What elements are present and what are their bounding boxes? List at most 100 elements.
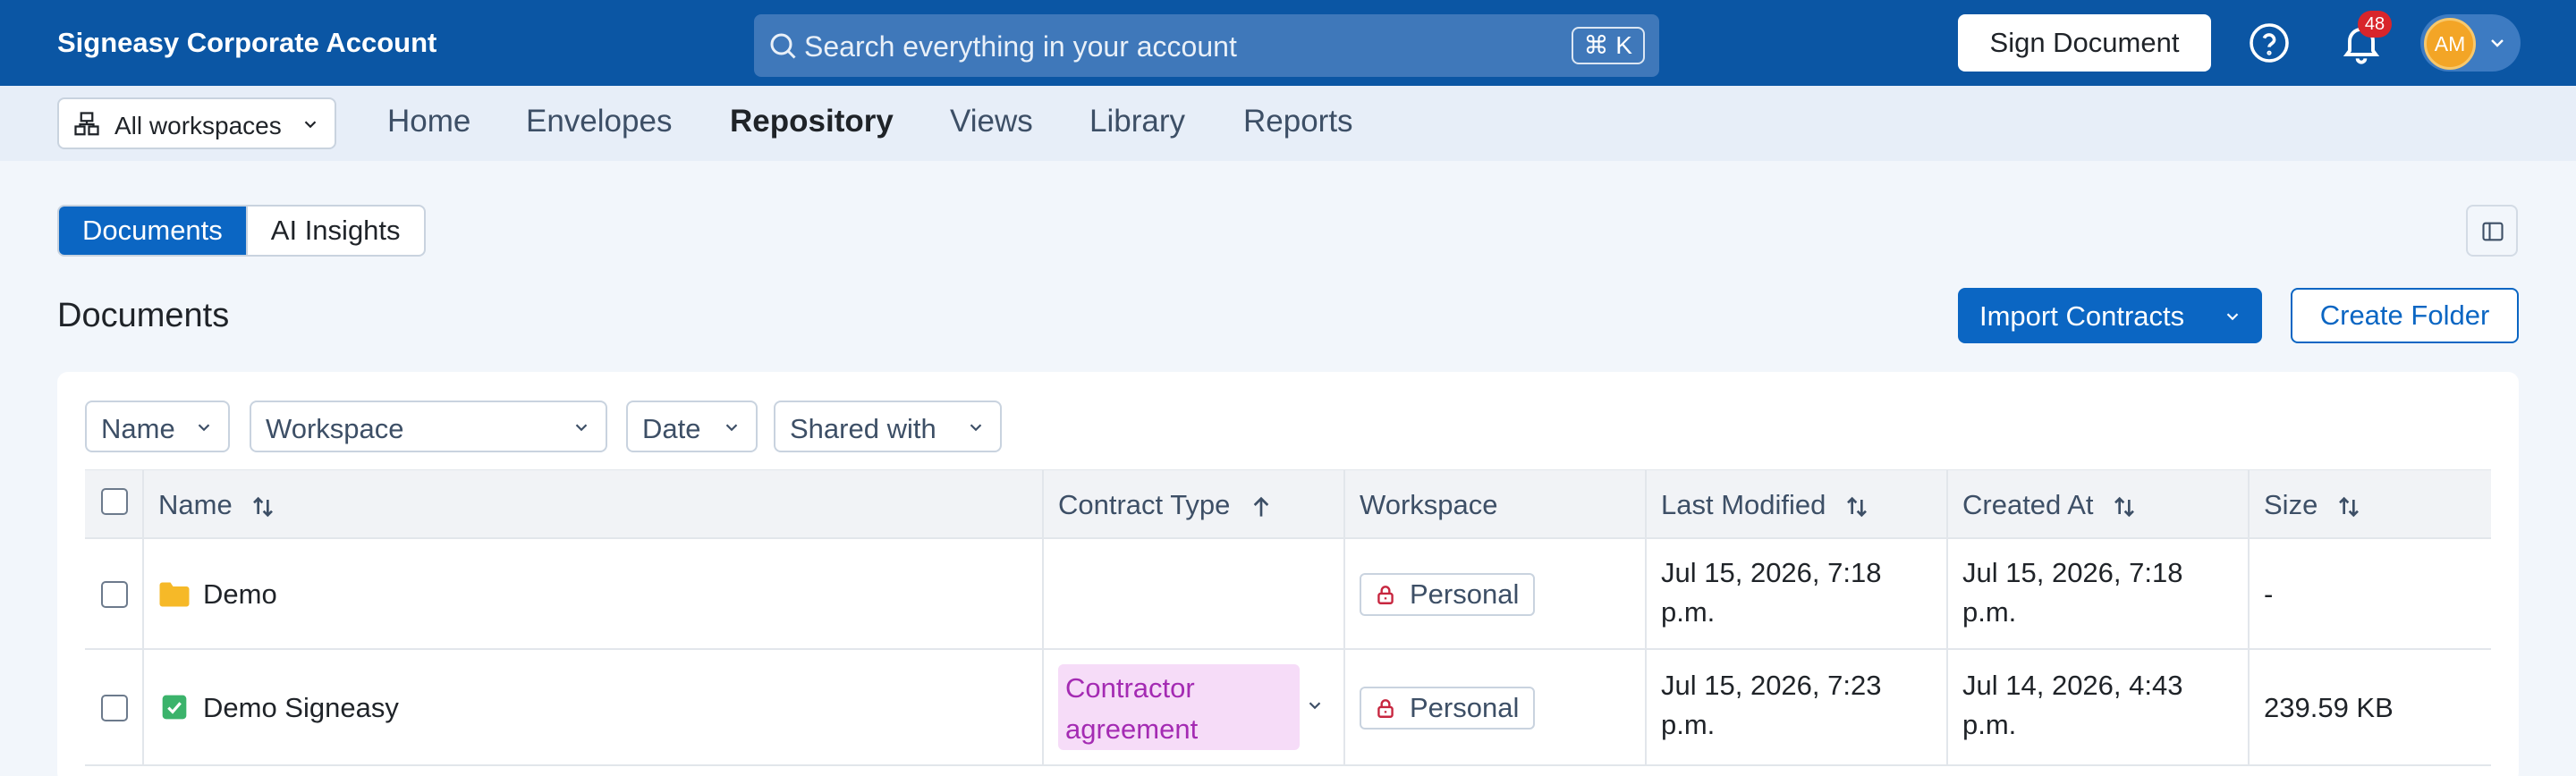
workspace-cell: Personal	[1343, 539, 1645, 648]
contract-type-tag[interactable]: Contractor agreement	[1058, 664, 1300, 750]
workspace-selector[interactable]: All workspaces	[57, 97, 336, 149]
search-icon	[770, 33, 796, 59]
sort-icon[interactable]	[1843, 493, 1871, 521]
contract-type-cell[interactable]	[1042, 539, 1343, 648]
sort-icon[interactable]	[2110, 493, 2139, 521]
view-tabs: Documents AI Insights	[57, 205, 426, 257]
file-size: 239.59 KB	[2264, 692, 2394, 723]
chevron-down-icon	[304, 121, 317, 129]
keyboard-shortcut-hint: ⌘ K	[1571, 27, 1645, 64]
document-name[interactable]: Demo Signeasy	[203, 688, 399, 728]
column-header-last-modified[interactable]: Last Modified	[1645, 470, 1946, 540]
filter-workspace[interactable]: Workspace	[250, 401, 607, 452]
sort-ascending-icon[interactable]	[1247, 493, 1275, 521]
nav-home[interactable]: Home	[387, 104, 470, 139]
workspace-badge: Personal	[1360, 573, 1536, 616]
chevron-down-icon[interactable]	[1305, 696, 1325, 714]
workspace-badge-label: Personal	[1410, 578, 1520, 610]
panel-toggle-button[interactable]	[2466, 205, 2518, 257]
last-modified-time-suffix: p.m.	[1661, 709, 1716, 740]
row-checkbox[interactable]	[101, 695, 128, 721]
chevron-down-icon	[575, 424, 588, 432]
created-at-cell: Jul 14, 2026, 4:43 p.m.	[1946, 650, 2248, 764]
avatar[interactable]: AM	[2424, 18, 2476, 70]
filter-shared-with-label: Shared with	[790, 413, 936, 444]
chevron-down-icon	[198, 424, 210, 432]
create-folder-button[interactable]: Create Folder	[2291, 288, 2519, 343]
search-box[interactable]: Search everything in your account ⌘ K	[754, 14, 1659, 77]
filter-date-label: Date	[642, 413, 701, 444]
chevron-down-icon	[970, 424, 982, 432]
sort-icon[interactable]	[2334, 493, 2363, 521]
column-header-size-label: Size	[2264, 489, 2318, 520]
chevron-down-icon	[2226, 313, 2239, 321]
last-modified-time-suffix: p.m.	[1661, 596, 1716, 628]
column-header-name[interactable]: Name	[142, 470, 1042, 540]
tab-ai-insights[interactable]: AI Insights	[245, 207, 424, 255]
column-header-created-at[interactable]: Created At	[1946, 470, 2248, 540]
column-header-created-at-label: Created At	[1962, 489, 2094, 520]
top-bar: Signeasy Corporate Account Search everyt…	[0, 0, 2576, 86]
contract-type-cell[interactable]: Contractor agreement	[1042, 650, 1343, 764]
column-header-workspace[interactable]: Workspace	[1343, 470, 1645, 540]
help-icon[interactable]	[2248, 21, 2291, 64]
filter-name-label: Name	[101, 413, 175, 444]
column-header-workspace-label: Workspace	[1360, 489, 1498, 520]
table-row[interactable]: Demo Personal Jul 15, 2026, 7:18 p.m. Ju…	[85, 539, 2491, 650]
select-all-checkbox[interactable]	[101, 488, 128, 515]
column-header-name-label: Name	[158, 489, 233, 520]
created-at-date: Jul 14, 2026, 4:43	[1962, 670, 2183, 701]
header-select-cell	[85, 470, 142, 540]
lock-icon	[1377, 586, 1394, 604]
name-cell[interactable]: Demo	[142, 539, 1042, 648]
created-at-date: Jul 15, 2026, 7:18	[1962, 557, 2183, 588]
contract-type-line-1: Contractor	[1065, 672, 1195, 704]
row-checkbox[interactable]	[101, 581, 128, 608]
notification-badge: 48	[2358, 11, 2392, 38]
created-at-time-suffix: p.m.	[1962, 596, 2017, 628]
sign-document-button[interactable]: Sign Document	[1958, 14, 2211, 72]
workspace-badge-label: Personal	[1410, 692, 1520, 723]
document-name[interactable]: Demo	[203, 575, 277, 614]
row-select-cell	[85, 539, 142, 648]
column-header-size[interactable]: Size	[2248, 470, 2491, 540]
chevron-down-icon	[2491, 39, 2504, 47]
nav-views[interactable]: Views	[950, 104, 1033, 139]
nav-library[interactable]: Library	[1089, 104, 1185, 139]
filter-name[interactable]: Name	[85, 401, 230, 452]
last-modified-date: Jul 15, 2026, 7:23	[1661, 670, 1882, 701]
column-header-contract-type[interactable]: Contract Type	[1042, 470, 1343, 540]
size-cell: -	[2248, 539, 2491, 648]
nav-envelopes[interactable]: Envelopes	[526, 104, 672, 139]
nav-reports[interactable]: Reports	[1243, 104, 1353, 139]
chevron-down-icon	[725, 424, 738, 432]
folder-icon	[159, 582, 190, 607]
signed-document-icon	[162, 695, 187, 720]
workspace-badge: Personal	[1360, 687, 1536, 730]
lock-icon	[1377, 699, 1394, 718]
tab-documents[interactable]: Documents	[59, 207, 246, 255]
nav-repository[interactable]: Repository	[730, 104, 894, 139]
import-contracts-button[interactable]: Import Contracts	[1958, 288, 2262, 343]
filter-shared-with[interactable]: Shared with	[774, 401, 1002, 452]
workspace-icon	[74, 112, 99, 136]
size-cell: 239.59 KB	[2248, 650, 2491, 764]
workspace-cell: Personal	[1343, 650, 1645, 764]
table-row[interactable]: Demo Signeasy Contractor agreement Perso…	[85, 650, 2491, 766]
row-select-cell	[85, 650, 142, 764]
last-modified-cell: Jul 15, 2026, 7:23 p.m.	[1645, 650, 1946, 764]
sort-icon[interactable]	[249, 493, 277, 521]
last-modified-date: Jul 15, 2026, 7:18	[1661, 557, 1882, 588]
file-size: -	[2264, 578, 2274, 610]
column-header-contract-type-label: Contract Type	[1058, 489, 1231, 520]
filter-workspace-label: Workspace	[266, 413, 404, 444]
sub-navigation: All workspaces Home Envelopes Repository…	[0, 86, 2576, 161]
column-header-last-modified-label: Last Modified	[1661, 489, 1826, 520]
brand-name[interactable]: Signeasy Corporate Account	[57, 27, 436, 59]
created-at-cell: Jul 15, 2026, 7:18 p.m.	[1946, 539, 2248, 648]
account-menu[interactable]: AM	[2420, 14, 2521, 72]
search-input[interactable]: Search everything in your account	[804, 30, 1237, 63]
contract-type-line-2: agreement	[1065, 713, 1199, 745]
filter-date[interactable]: Date	[626, 401, 758, 452]
name-cell[interactable]: Demo Signeasy	[142, 650, 1042, 764]
